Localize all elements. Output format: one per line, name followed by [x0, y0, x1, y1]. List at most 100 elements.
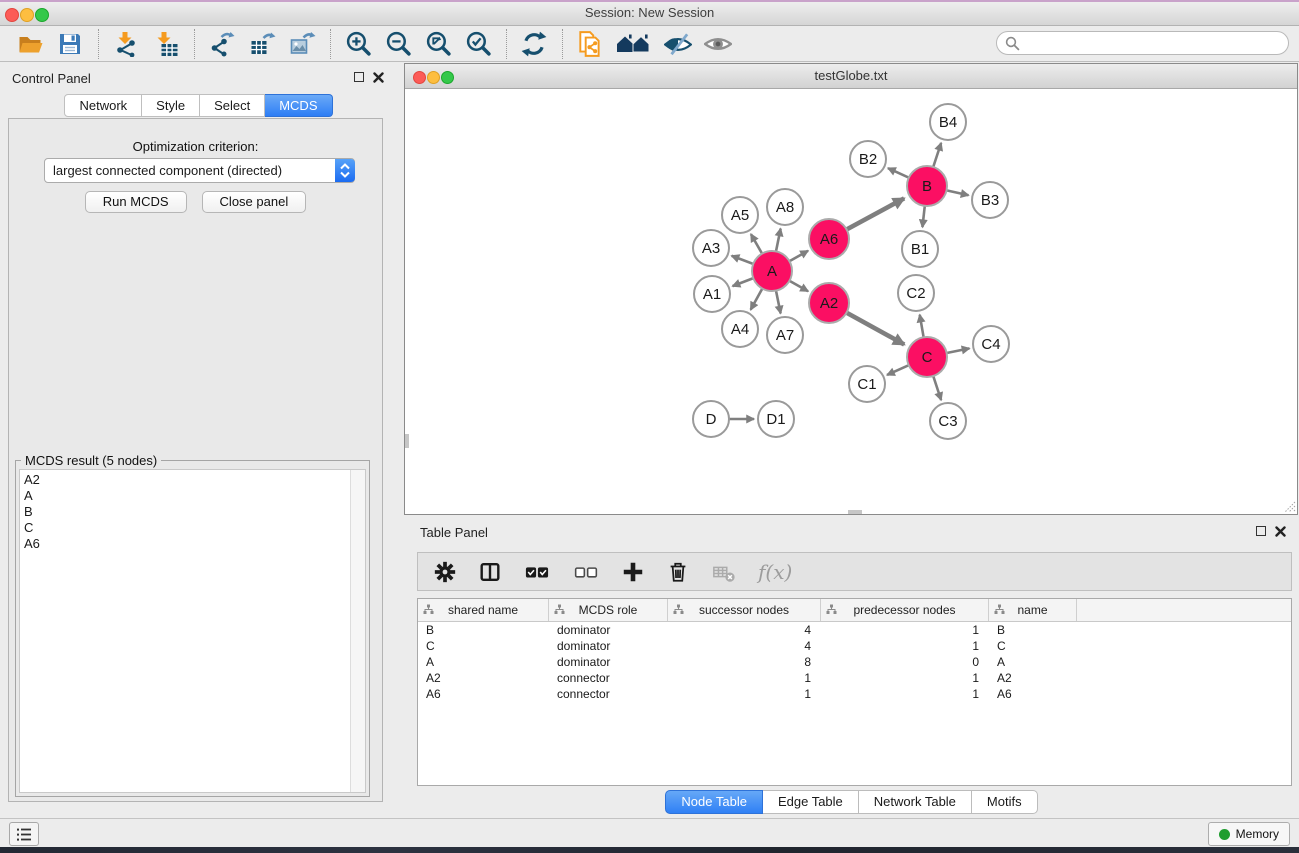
export-image-icon[interactable]: [286, 29, 318, 59]
delete-table-icon[interactable]: [711, 560, 737, 584]
table-cell: A6: [989, 687, 1077, 701]
graph-node-B2[interactable]: B2: [850, 141, 886, 177]
tab-select[interactable]: Select: [200, 94, 265, 117]
tab-network[interactable]: Network: [64, 94, 142, 117]
zoom-fit-icon[interactable]: [422, 29, 454, 59]
result-item[interactable]: A6: [24, 536, 40, 552]
table-cell: 1: [821, 671, 989, 685]
graph-node-C3[interactable]: C3: [930, 403, 966, 439]
optimization-criterion-dropdown[interactable]: largest connected component (directed): [44, 158, 355, 183]
import-table-icon[interactable]: [150, 29, 182, 59]
column-settings-gear-icon[interactable]: [433, 560, 457, 584]
home-layout-icon[interactable]: [614, 29, 654, 59]
export-network-icon[interactable]: [206, 29, 238, 59]
save-session-icon[interactable]: [54, 29, 86, 59]
table-cell: A6: [418, 687, 549, 701]
result-item[interactable]: C: [24, 520, 40, 536]
graph-node-A[interactable]: A: [752, 251, 792, 291]
close-panel-button[interactable]: Close panel: [202, 191, 307, 213]
open-session-icon[interactable]: [14, 29, 46, 59]
graph-node-C1[interactable]: C1: [849, 366, 885, 402]
graph-node-A6[interactable]: A6: [809, 219, 849, 259]
column-header-name[interactable]: name: [989, 599, 1077, 621]
search-input[interactable]: [1025, 35, 1288, 52]
tab-motifs[interactable]: Motifs: [972, 790, 1038, 814]
table-row[interactable]: Adominator80A: [418, 654, 1291, 670]
table-header-row: shared nameMCDS rolesuccessor nodesprede…: [418, 599, 1291, 622]
result-item[interactable]: B: [24, 504, 40, 520]
control-panel-tabs: NetworkStyleSelectMCDS: [0, 94, 397, 117]
result-item[interactable]: A2: [24, 472, 40, 488]
graph-node-A5[interactable]: A5: [722, 197, 758, 233]
delete-column-icon[interactable]: [666, 560, 690, 584]
result-list-scrollbar[interactable]: [350, 470, 365, 792]
graph-node-C2[interactable]: C2: [898, 275, 934, 311]
tab-network-table[interactable]: Network Table: [859, 790, 972, 814]
table-row[interactable]: A6connector11A6: [418, 686, 1291, 702]
show-graphics-details-icon[interactable]: [702, 29, 734, 59]
mcds-result-list[interactable]: A2ABCA6: [19, 469, 366, 793]
graph-node-C4[interactable]: C4: [973, 326, 1009, 362]
import-network-icon[interactable]: [110, 29, 142, 59]
table-cell: 1: [821, 639, 989, 653]
graph-node-A2[interactable]: A2: [809, 283, 849, 323]
graph-node-B[interactable]: B: [907, 166, 947, 206]
graph-node-B4[interactable]: B4: [930, 104, 966, 140]
table-panel: Table Panel f(x) shared nameMCDS rolesuc…: [404, 518, 1299, 818]
table-cell: dominator: [549, 655, 668, 669]
column-header-shared-name[interactable]: shared name: [418, 599, 549, 621]
deselect-all-checkboxes-icon[interactable]: [572, 560, 600, 584]
result-item[interactable]: A: [24, 488, 40, 504]
graph-node-A7[interactable]: A7: [767, 317, 803, 353]
task-history-button[interactable]: [9, 822, 39, 846]
task-list-icon: [16, 827, 32, 842]
memory-button[interactable]: Memory: [1208, 822, 1290, 846]
table-row[interactable]: A2connector11A2: [418, 670, 1291, 686]
mcds-result-group: MCDS result (5 nodes) A2ABCA6: [15, 460, 370, 797]
tab-mcds[interactable]: MCDS: [265, 94, 332, 117]
close-panel-icon[interactable]: [1275, 526, 1286, 537]
main-titlebar: Session: New Session: [0, 2, 1299, 26]
run-mcds-button[interactable]: Run MCDS: [85, 191, 187, 213]
add-column-icon[interactable]: [621, 560, 645, 584]
graph-node-A8[interactable]: A8: [767, 189, 803, 225]
graph-node-A4[interactable]: A4: [722, 311, 758, 347]
function-builder-icon[interactable]: f(x): [758, 560, 792, 584]
float-panel-icon[interactable]: [354, 72, 364, 82]
float-panel-icon[interactable]: [1256, 526, 1266, 536]
close-panel-icon[interactable]: [373, 72, 384, 83]
graph-node-A1[interactable]: A1: [694, 276, 730, 312]
column-header-predecessor-nodes[interactable]: predecessor nodes: [821, 599, 989, 621]
tab-style[interactable]: Style: [142, 94, 200, 117]
network-canvas[interactable]: B4 B2 B B3 A8A5 A6 A3 B1 A A1 C2 A2 A4A7 C4 C C1 C3 D D1: [405, 89, 1297, 514]
graph-node-A3[interactable]: A3: [693, 230, 729, 266]
table-row[interactable]: Cdominator41C: [418, 638, 1291, 654]
table-cell: B: [989, 623, 1077, 637]
zoom-out-icon[interactable]: [382, 29, 414, 59]
search-box[interactable]: [996, 31, 1289, 55]
canvas-edge-handle[interactable]: [848, 510, 862, 514]
graph-node-D1[interactable]: D1: [758, 401, 794, 437]
zoom-in-icon[interactable]: [342, 29, 374, 59]
refresh-view-icon[interactable]: [518, 29, 550, 59]
column-header-successor-nodes[interactable]: successor nodes: [668, 599, 821, 621]
select-all-checkboxes-icon[interactable]: [523, 560, 551, 584]
export-table-icon[interactable]: [246, 29, 278, 59]
window-resize-grip[interactable]: [1282, 499, 1296, 513]
table-row[interactable]: Bdominator41B: [418, 622, 1291, 638]
table-cell: 0: [821, 655, 989, 669]
graph-node-C[interactable]: C: [907, 337, 947, 377]
table-toolbar: f(x): [417, 552, 1292, 591]
network-from-selection-icon[interactable]: [574, 29, 606, 59]
graph-node-D[interactable]: D: [693, 401, 729, 437]
show-columns-icon[interactable]: [478, 560, 502, 584]
column-header-MCDS-role[interactable]: MCDS role: [549, 599, 668, 621]
zoom-selected-icon[interactable]: [462, 29, 494, 59]
graph-node-B1[interactable]: B1: [902, 231, 938, 267]
table-cell: 4: [668, 639, 821, 653]
tab-edge-table[interactable]: Edge Table: [763, 790, 859, 814]
graph-node-B3[interactable]: B3: [972, 182, 1008, 218]
tab-node-table[interactable]: Node Table: [665, 790, 763, 814]
canvas-edge-handle[interactable]: [405, 434, 409, 448]
hide-graphics-details-icon[interactable]: [662, 29, 694, 59]
